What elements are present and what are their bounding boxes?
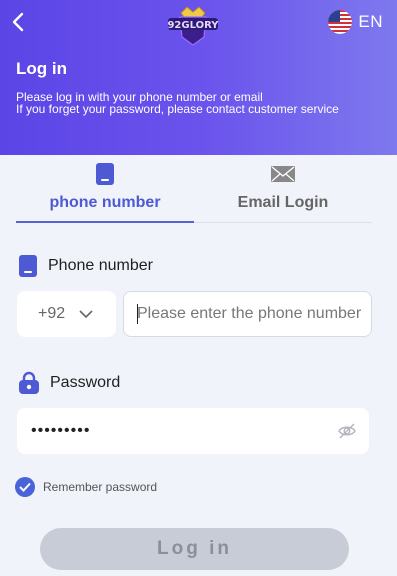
page-title: Log in (16, 59, 67, 78)
remember-password-toggle[interactable]: Remember password (15, 477, 157, 497)
password-input[interactable] (31, 408, 331, 454)
language-code: EN (358, 12, 383, 31)
phone-icon (96, 163, 114, 185)
country-code-value: +92 (38, 305, 66, 322)
tab-label: phone number (49, 194, 161, 211)
back-arrow-icon[interactable] (8, 10, 30, 34)
us-flag-icon (328, 10, 353, 34)
header: 92GLORY EN Log in Please log in with you… (0, 0, 397, 155)
tab-email-login[interactable]: Email Login (194, 160, 372, 223)
tab-phone-number[interactable]: phone number (16, 160, 194, 223)
password-field (17, 408, 369, 454)
svg-text:92GLORY: 92GLORY (167, 20, 219, 31)
forgot-password-note: If you forget your password, please cont… (16, 102, 339, 116)
eye-off-icon[interactable] (337, 421, 357, 441)
login-button[interactable]: Log in (40, 528, 349, 570)
phone-icon (19, 255, 37, 277)
lock-icon (19, 371, 39, 394)
language-selector[interactable]: EN (328, 10, 383, 34)
brand-logo: 92GLORY (167, 6, 219, 46)
email-icon (271, 166, 295, 182)
remember-password-label: Remember password (43, 480, 158, 494)
checkmark-icon (15, 477, 35, 497)
phone-number-label: Phone number (18, 254, 153, 278)
country-code-select[interactable]: +92 (17, 291, 116, 337)
phone-number-input[interactable] (123, 291, 372, 337)
tab-label: Email Login (237, 194, 329, 211)
login-method-tabs: phone number Email Login (16, 160, 372, 223)
field-label-text: Password (50, 374, 121, 391)
chevron-down-icon (79, 310, 93, 319)
text-caret (137, 304, 138, 324)
field-label-text: Phone number (48, 257, 153, 274)
password-label: Password (18, 371, 120, 395)
